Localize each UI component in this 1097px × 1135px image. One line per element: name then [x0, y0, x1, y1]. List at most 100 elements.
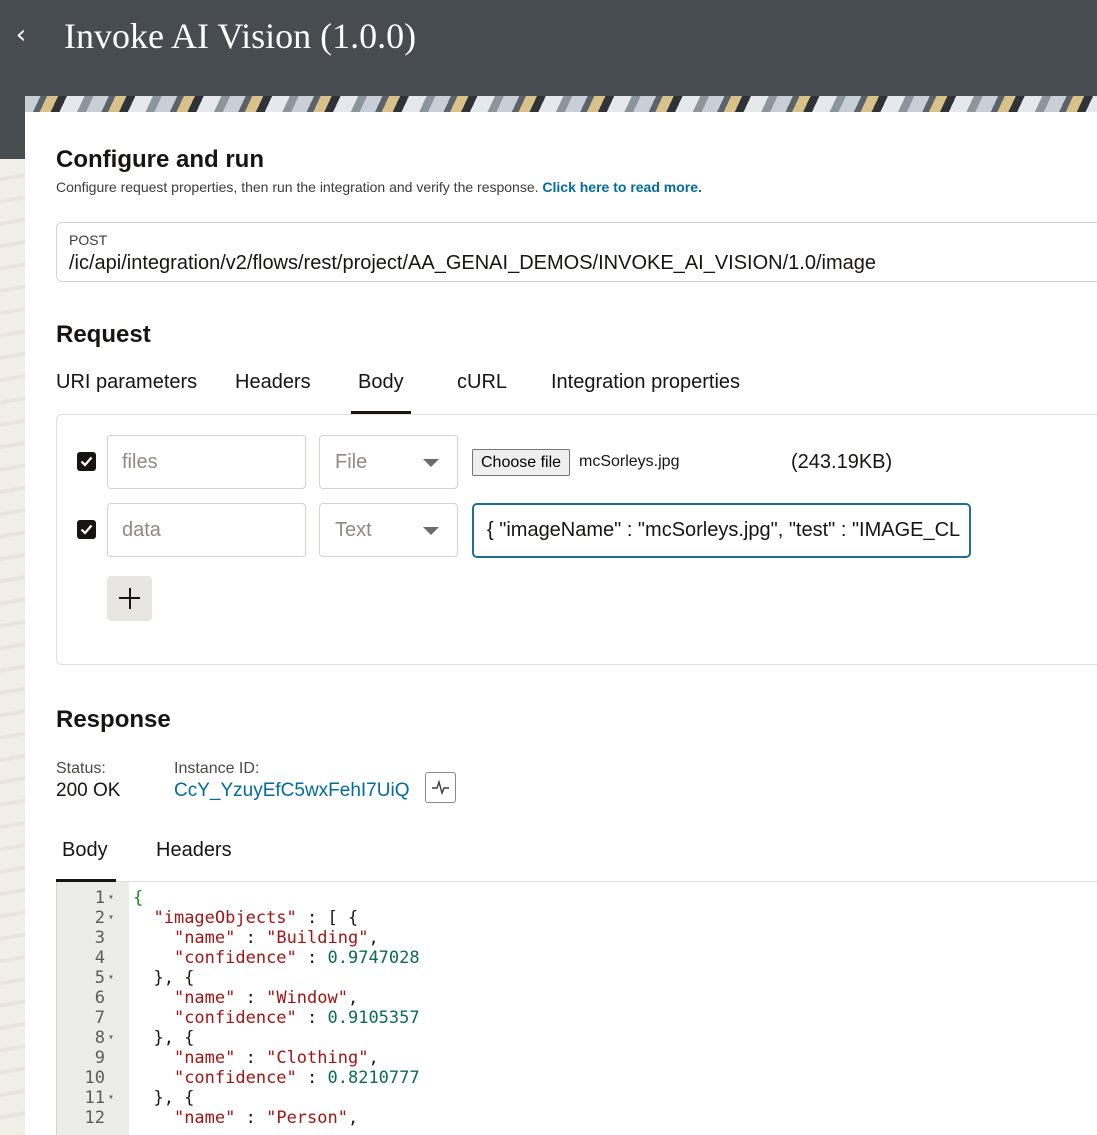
param-type-value: File	[335, 451, 368, 473]
fold-toggle-icon[interactable]: ▾	[108, 968, 122, 988]
json-punct: :	[296, 1068, 328, 1088]
param-type-select-text[interactable]: Text	[319, 503, 458, 557]
json-punct: : [ {	[296, 908, 359, 928]
json-punct: ,	[347, 1108, 359, 1128]
selected-file-size: (243.19KB)	[791, 451, 893, 473]
json-punct: :	[296, 1008, 328, 1028]
banner-image	[25, 96, 1097, 112]
json-key: "name"	[173, 1108, 236, 1128]
code-line: {	[133, 888, 143, 908]
row-1-checkbox[interactable]	[77, 452, 96, 471]
tab-curl[interactable]: cURL	[457, 368, 507, 414]
instance-id-link[interactable]: CcY_YzuyEfC5wxFehI7UiQ	[174, 779, 409, 803]
endpoint-path: /ic/api/integration/v2/flows/rest/projec…	[69, 252, 877, 274]
line-number: 12	[84, 1108, 105, 1128]
code-line: }, {	[133, 1028, 194, 1048]
json-key: "imageObjects"	[153, 908, 297, 928]
param-name-input-files[interactable]: files	[107, 435, 306, 489]
instance-id-label: Instance ID:	[174, 760, 260, 777]
chevron-down-icon	[423, 459, 439, 467]
code-line: "confidence" : 0.8210777	[133, 1068, 420, 1088]
json-number-value: 0.8210777	[327, 1068, 420, 1088]
code-line: "name" : "Clothing",	[133, 1048, 379, 1068]
param-type-select-file[interactable]: File	[319, 435, 458, 489]
code-line: "name" : "Building",	[133, 928, 379, 948]
line-number: 8	[94, 1028, 105, 1048]
code-line: }, {	[133, 1088, 194, 1108]
configure-subtitle: Configure request properties, then run t…	[56, 178, 702, 196]
tab-integration-properties[interactable]: Integration properties	[551, 368, 740, 414]
json-key: "confidence"	[173, 948, 297, 968]
line-number: 5	[94, 968, 105, 988]
selected-file-name: mcSorleys.jpg	[579, 453, 680, 470]
chevron-down-icon	[423, 527, 439, 535]
page-title: Invoke AI Vision (1.0.0)	[64, 16, 417, 56]
line-number: 4	[94, 948, 105, 968]
json-key: "name"	[173, 1048, 236, 1068]
code-line: "name" : "Person",	[133, 1108, 358, 1128]
json-key: "name"	[173, 928, 236, 948]
json-punct: :	[235, 928, 267, 948]
code-line: "confidence" : 0.9747028	[133, 948, 420, 968]
json-string-value: "Building"	[266, 928, 369, 948]
tab-uri-parameters[interactable]: URI parameters	[56, 368, 197, 414]
json-punct: ,	[347, 988, 359, 1008]
row-2-checkbox[interactable]	[77, 520, 96, 539]
status-label: Status:	[56, 760, 106, 777]
read-more-link[interactable]: Click here to read more.	[542, 179, 702, 195]
status-value: 200 OK	[56, 780, 121, 801]
json-string-value: "Window"	[266, 988, 348, 1008]
json-string-value: "Person"	[266, 1108, 348, 1128]
line-number: 3	[94, 928, 105, 948]
line-number: 2	[94, 908, 105, 928]
json-number-value: 0.9747028	[327, 948, 420, 968]
json-key: "confidence"	[173, 1008, 297, 1028]
fold-toggle-icon[interactable]: ▾	[108, 888, 122, 908]
line-number: 1	[94, 888, 105, 908]
configure-subtitle-text: Configure request properties, then run t…	[56, 179, 539, 195]
choose-file-button[interactable]: Choose file	[472, 449, 571, 476]
json-punct: ,	[368, 928, 379, 948]
fold-toggle-icon[interactable]: ▾	[108, 908, 122, 928]
code-line: "confidence" : 0.9105357	[133, 1008, 420, 1028]
json-key: "name"	[173, 988, 236, 1008]
line-number: 9	[94, 1048, 105, 1068]
param-name-input-data[interactable]: data	[107, 503, 306, 557]
check-icon	[80, 456, 93, 467]
add-parameter-button[interactable]	[107, 576, 152, 621]
code-line: "name" : "Window",	[133, 988, 358, 1008]
response-code-viewer[interactable]: 1 ▾ 2 ▾ 3 4 5 ▾ 6 7 8 ▾ 9 10 11 ▾ 12 { "imageObjects" : …	[56, 882, 1097, 1135]
request-tabs: URI parameters Headers Body cURL Integra…	[56, 368, 1097, 414]
request-body-panel: files File Choose file mcSorleys.jpg (24…	[56, 414, 1097, 665]
fold-toggle-icon[interactable]: ▾	[108, 1028, 122, 1048]
json-string-value: "Clothing"	[266, 1048, 369, 1068]
response-tab-body[interactable]: Body	[56, 836, 116, 882]
json-punct: :	[235, 1048, 267, 1068]
json-punct: :	[235, 988, 267, 1008]
tab-body[interactable]: Body	[351, 368, 411, 414]
tab-headers[interactable]: Headers	[235, 368, 311, 414]
pulse-icon	[432, 779, 449, 796]
response-tab-headers[interactable]: Headers	[156, 836, 232, 882]
line-number: 7	[94, 1008, 105, 1028]
activity-stream-button[interactable]	[425, 772, 456, 803]
http-method: POST	[69, 232, 108, 248]
json-number-value: 0.9105357	[327, 1008, 420, 1028]
json-punct: ,	[368, 1048, 379, 1068]
line-number: 6	[94, 988, 105, 1008]
configure-panel: Configure and run Configure request prop…	[25, 112, 1097, 1135]
json-punct: :	[296, 948, 328, 968]
request-title: Request	[56, 321, 151, 348]
json-brace: {	[133, 888, 144, 908]
param-value-input[interactable]: { "imageName" : "mcSorleys.jpg", "test" …	[472, 503, 971, 558]
code-line: }, {	[133, 968, 194, 988]
configure-title: Configure and run	[56, 146, 264, 173]
json-punct: }, {	[133, 968, 195, 988]
fold-toggle-icon[interactable]: ▾	[108, 1088, 122, 1108]
line-number: 10	[84, 1068, 105, 1088]
back-chevron-icon[interactable]: ‹	[10, 18, 32, 52]
response-tabs: Body Headers	[56, 836, 1097, 882]
json-key: "confidence"	[173, 1068, 297, 1088]
response-title: Response	[56, 706, 171, 733]
json-punct: :	[235, 1108, 267, 1128]
